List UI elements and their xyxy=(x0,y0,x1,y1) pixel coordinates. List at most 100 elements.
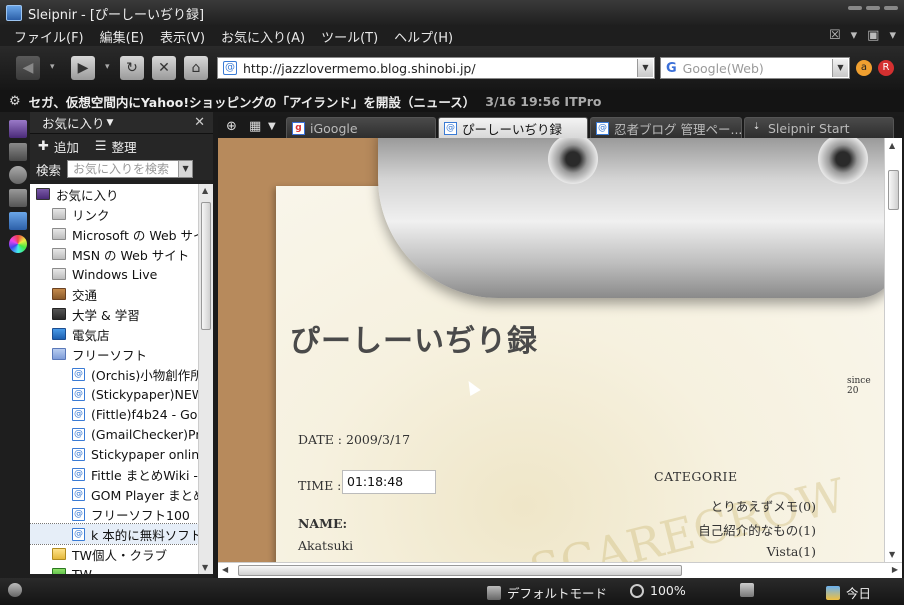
new-tab-icon[interactable]: ⊕ xyxy=(226,119,237,134)
search-dropdown-button[interactable]: ▼ xyxy=(832,59,848,77)
close-icon[interactable]: ✕ xyxy=(194,115,205,130)
plus-icon: ✚ xyxy=(38,138,49,154)
favorite-item[interactable]: @ (Fittle)f4b24 - Go xyxy=(30,404,198,424)
home-button[interactable]: ⌂ xyxy=(184,56,208,80)
favorite-item[interactable]: @ k 本的に無料ソフト xyxy=(30,523,198,545)
search-box[interactable]: G Google(Web) ▼ xyxy=(660,57,850,79)
favorite-folder[interactable]: お気に入り xyxy=(30,184,198,204)
favorite-folder[interactable]: リンク xyxy=(30,204,198,224)
favorite-item[interactable]: @ (GmailChecker)Pr xyxy=(30,424,198,444)
menu-tools[interactable]: ツール(T) xyxy=(313,27,386,46)
address-input[interactable]: http://jazzlovermemo.blog.shinobi.jp/ xyxy=(243,61,476,76)
favorite-item[interactable]: @ Stickypaper online xyxy=(30,444,198,464)
page-horizontal-scrollbar[interactable]: ◀ ▶ xyxy=(218,562,902,578)
menu-view[interactable]: 表示(V) xyxy=(152,27,213,46)
favorite-folder[interactable]: TW xyxy=(30,564,198,574)
history-panel-icon[interactable] xyxy=(9,166,27,184)
security-mode-indicator[interactable]: デフォルトモード xyxy=(487,583,607,602)
category-link[interactable]: Vista(1) xyxy=(767,544,816,559)
google-icon[interactable]: G xyxy=(666,61,677,76)
news-ticker[interactable]: ⚙ セガ、仮想空間内にYahoo!ショッピングの「アイランド」を開設（ニュース）… xyxy=(0,90,904,112)
status-globe-icon[interactable] xyxy=(8,583,28,597)
amazon-icon[interactable]: a xyxy=(856,60,872,76)
favorite-folder[interactable]: 大学 & 学習 xyxy=(30,304,198,324)
menu-favorites[interactable]: お気に入り(A) xyxy=(213,27,313,46)
favorites-panel-icon[interactable] xyxy=(9,120,27,138)
menu-file[interactable]: ファイル(F) xyxy=(6,27,92,46)
scroll-down-icon[interactable]: ▼ xyxy=(889,550,895,559)
favorite-folder[interactable]: MSN の Web サイト xyxy=(30,244,198,264)
tab-sleipnir-start[interactable]: ⇣ Sleipnir Start xyxy=(744,117,894,138)
tab-grid-icon[interactable]: ▦ xyxy=(249,119,261,134)
scroll-right-icon[interactable]: ▶ xyxy=(892,565,898,574)
forward-history-arrow-icon[interactable]: ▾ xyxy=(105,62,110,72)
rss-panel-icon[interactable] xyxy=(9,143,27,161)
gear-icon[interactable]: ⚙ xyxy=(9,94,21,109)
popup-block-indicator[interactable] xyxy=(740,583,760,597)
category-link[interactable]: 自己紹介的なもの(1) xyxy=(698,520,816,539)
address-bar[interactable]: @ http://jazzlovermemo.blog.shinobi.jp/ … xyxy=(217,57,655,79)
favorite-folder[interactable]: 電気店 xyxy=(30,324,198,344)
page-content[interactable]: SCARECROW ぴーしーいぢり録 since 20 DATE : 2009/… xyxy=(218,138,884,562)
search-engine-input[interactable]: Google(Web) xyxy=(683,61,764,76)
search-panel-icon[interactable] xyxy=(9,212,27,230)
dropdown-arrow-icon[interactable]: ▾ xyxy=(889,28,896,43)
close-tab-icon[interactable]: ☒ xyxy=(829,28,841,43)
favorite-folder[interactable]: フリーソフト xyxy=(30,344,198,364)
name-value: Akatsuki xyxy=(298,538,354,553)
chevron-down-icon[interactable]: ▼ xyxy=(107,118,114,128)
time-label: TIME : xyxy=(298,478,342,493)
scroll-up-icon[interactable]: ▲ xyxy=(889,141,895,150)
favorites-tree[interactable]: お気に入りリンク Microsoft の Web サイト MSN の Web サイト… xyxy=(30,184,198,574)
favorite-folder[interactable]: Windows Live xyxy=(30,264,198,284)
tab-pc-ijiri[interactable]: @ ぴーしーいぢり録 xyxy=(438,117,588,138)
favorite-label: Stickypaper online xyxy=(91,446,198,462)
add-favorite-button[interactable]: ✚ 追加 xyxy=(38,137,79,156)
favorite-folder[interactable]: 交通 xyxy=(30,284,198,304)
window-controls[interactable] xyxy=(848,6,898,10)
sleipnir-app-icon[interactable] xyxy=(6,5,22,21)
favorite-item[interactable]: @ Fittle まとめWiki - xyxy=(30,464,198,484)
folder-icon xyxy=(52,308,66,320)
chevron-down-icon[interactable]: ▼ xyxy=(268,121,276,132)
window-list-icon[interactable]: ▣ xyxy=(867,28,879,43)
scroll-left-icon[interactable]: ◀ xyxy=(222,565,228,574)
page-hscroll-thumb[interactable] xyxy=(238,565,682,576)
color-panel-icon[interactable] xyxy=(9,235,27,253)
menu-help[interactable]: ヘルプ(H) xyxy=(386,27,461,46)
forward-button[interactable]: ▶ xyxy=(71,56,95,80)
zoom-indicator[interactable]: 100% xyxy=(630,583,686,598)
category-link[interactable]: とりあえずメモ(0) xyxy=(711,496,816,515)
page-vertical-scrollbar[interactable]: ▲ ▼ xyxy=(884,138,902,562)
back-history-arrow-icon[interactable]: ▾ xyxy=(50,62,55,72)
sidebar-scrollbar[interactable]: ▲ ▼ xyxy=(198,184,213,574)
rss-icon[interactable]: R xyxy=(878,60,894,76)
page-scroll-thumb[interactable] xyxy=(888,170,899,210)
dropdown-arrow-icon[interactable]: ▾ xyxy=(851,28,858,43)
favorite-item[interactable]: @ フリーソフト100 xyxy=(30,504,198,524)
back-button[interactable]: ◀ xyxy=(16,56,40,80)
favorite-item[interactable]: @ (Orchis)小物創作所 xyxy=(30,364,198,384)
sidebar-scroll-thumb[interactable] xyxy=(201,202,211,330)
address-dropdown-button[interactable]: ▼ xyxy=(637,59,653,77)
menu-edit[interactable]: 編集(E) xyxy=(92,27,152,46)
favorite-folder[interactable]: Microsoft の Web サイト xyxy=(30,224,198,244)
weather-indicator[interactable]: 今日 xyxy=(826,583,871,602)
blog-title[interactable]: ぴーしーいぢり録 xyxy=(290,316,538,360)
organize-favorites-button[interactable]: ☰ 整理 xyxy=(95,137,137,156)
tab-igoogle[interactable]: g iGoogle xyxy=(286,117,436,138)
tree-panel-icon[interactable] xyxy=(9,189,27,207)
chevron-down-icon[interactable]: ▼ xyxy=(178,161,193,177)
favorite-folder[interactable]: TW個人・クラブ xyxy=(30,544,198,564)
scroll-down-icon[interactable]: ▼ xyxy=(202,563,208,572)
favorites-search-input[interactable]: お気に入りを検索 ▼ xyxy=(67,160,194,178)
favorite-label: k 本的に無料ソフト xyxy=(91,527,198,543)
stop-button[interactable]: ✕ xyxy=(152,56,176,80)
sidebar-title[interactable]: お気に入り xyxy=(42,113,105,132)
scroll-up-icon[interactable]: ▲ xyxy=(202,186,208,195)
favorite-item[interactable]: @ (Stickypaper)NEW xyxy=(30,384,198,404)
favorite-item[interactable]: @ GOM Player まとめ xyxy=(30,484,198,504)
tab-ninja-admin[interactable]: @ 忍者ブログ 管理ペー... xyxy=(590,117,742,138)
reload-button[interactable]: ↻ xyxy=(120,56,144,80)
ticker-headline[interactable]: セガ、仮想空間内にYahoo!ショッピングの「アイランド」を開設（ニュース） xyxy=(29,92,476,111)
